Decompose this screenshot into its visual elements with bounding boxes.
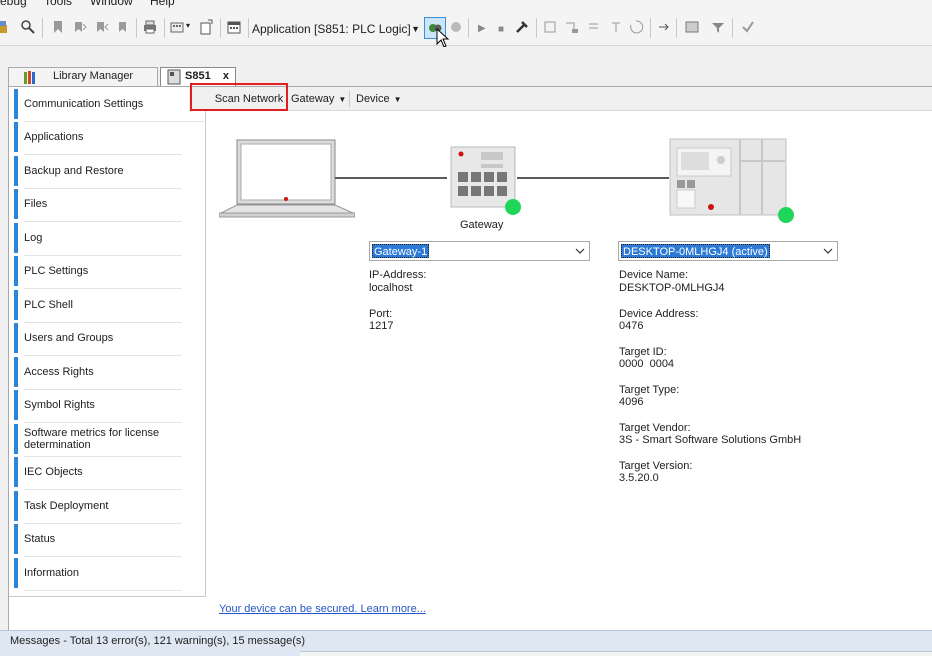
check-icon[interactable] — [740, 19, 756, 35]
highlight-box — [190, 83, 288, 111]
gateway-select[interactable]: Gateway-1 — [369, 241, 590, 261]
watch-icon[interactable] — [684, 19, 700, 35]
device-nav: Communication Settings Applications Back… — [9, 87, 206, 597]
nav-information[interactable]: Information — [14, 558, 182, 591]
nav-plc-settings[interactable]: PLC Settings — [14, 256, 182, 289]
nav-applications[interactable]: Applications — [14, 122, 182, 155]
chevron-down-icon: ▼ — [393, 95, 402, 104]
cycle-icon[interactable] — [628, 19, 644, 35]
calendar-icon[interactable] — [226, 19, 242, 35]
menu-window[interactable]: Window — [90, 0, 133, 8]
nav-task-deployment[interactable]: Task Deployment — [14, 491, 182, 524]
next-bookmark-icon[interactable] — [94, 19, 110, 35]
chevron-down-icon: ▼ — [411, 24, 420, 34]
menu-help[interactable]: Help — [150, 0, 175, 8]
gateway-icon[interactable] — [450, 146, 516, 208]
logout-icon[interactable] — [448, 19, 464, 35]
secure-device-link[interactable]: Your device can be secured. Learn more..… — [219, 603, 426, 615]
device-menu[interactable]: Device ▼ — [356, 87, 402, 111]
connection-line — [335, 177, 447, 179]
nav-users-groups[interactable]: Users and Groups — [14, 323, 182, 356]
chevron-down-icon — [823, 248, 833, 254]
messages-summary: Messages - Total 13 error(s), 121 warnin… — [10, 635, 306, 647]
nav-status[interactable]: Status — [14, 524, 182, 557]
toolbar-gap — [0, 47, 932, 64]
nav-plc-shell[interactable]: PLC Shell — [14, 290, 182, 323]
menu-tools[interactable]: Tools — [44, 0, 72, 8]
breakpoint-icon[interactable] — [542, 19, 558, 35]
nav-backup-restore[interactable]: Backup and Restore — [14, 156, 182, 189]
nav-log[interactable]: Log — [14, 223, 182, 256]
messages-columns — [300, 651, 932, 656]
menu-bar: ebug Tools Window Help — [0, 0, 932, 10]
find-icon[interactable] — [20, 19, 36, 35]
communication-toolbar: Scan Network Gateway ▼ Device ▼ — [189, 83, 932, 111]
device-status-dot — [778, 207, 794, 223]
add-device-icon[interactable] — [170, 19, 186, 35]
gateway-menu[interactable]: Gateway ▼ — [291, 87, 346, 111]
active-application-select[interactable]: Application [S851: PLC Logic] ▼ — [252, 18, 424, 40]
stop-icon[interactable]: ■ — [498, 24, 504, 35]
forward-icon[interactable] — [656, 19, 672, 35]
step-over-icon[interactable] — [564, 19, 580, 35]
main-toolbar: ▾ Application [S851: PLC Logic] ▼ ▶ ■ — [0, 10, 932, 48]
laptop-icon — [219, 139, 355, 218]
gateway-status-dot — [505, 199, 521, 215]
prev-bookmark-icon[interactable] — [72, 19, 88, 35]
device-select[interactable]: DESKTOP-0MLHGJ4 (active) — [618, 241, 838, 261]
step-out-icon[interactable] — [608, 19, 624, 35]
plc-device-icon[interactable] — [669, 138, 787, 216]
chevron-down-icon[interactable]: ▾ — [186, 21, 190, 30]
print-icon[interactable] — [142, 19, 158, 35]
device-icon[interactable] — [0, 19, 12, 35]
gateway-label: Gateway — [460, 219, 504, 231]
menu-debug[interactable]: ebug — [0, 0, 27, 8]
tab-library-manager[interactable]: Library Manager — [8, 67, 158, 86]
run-icon[interactable]: ▶ — [478, 23, 486, 34]
new-object-icon[interactable] — [198, 19, 214, 35]
filter-icon[interactable] — [710, 19, 726, 35]
messages-panel[interactable]: Messages - Total 13 error(s), 121 warnin… — [0, 630, 932, 656]
nav-symbol-rights[interactable]: Symbol Rights — [14, 390, 182, 423]
editor-tabs: Library Manager S851 x — [0, 64, 932, 86]
nav-files[interactable]: Files — [14, 189, 182, 222]
nav-access-rights[interactable]: Access Rights — [14, 357, 182, 390]
connection-line — [517, 177, 669, 179]
device-editor: Communication Settings Applications Back… — [8, 83, 932, 630]
library-icon — [24, 71, 35, 84]
nav-software-metrics[interactable]: Software metrics for license determinati… — [14, 424, 182, 457]
tools-icon[interactable] — [514, 19, 530, 35]
chevron-down-icon: ▼ — [338, 95, 347, 104]
step-into-icon[interactable] — [586, 19, 602, 35]
bookmark-icon[interactable] — [50, 19, 66, 35]
device-icon — [167, 69, 181, 85]
nav-iec-objects[interactable]: IEC Objects — [14, 457, 182, 490]
chevron-down-icon — [575, 248, 585, 254]
nav-communication-settings[interactable]: Communication Settings — [14, 89, 204, 122]
clear-bookmark-icon[interactable] — [116, 19, 132, 35]
